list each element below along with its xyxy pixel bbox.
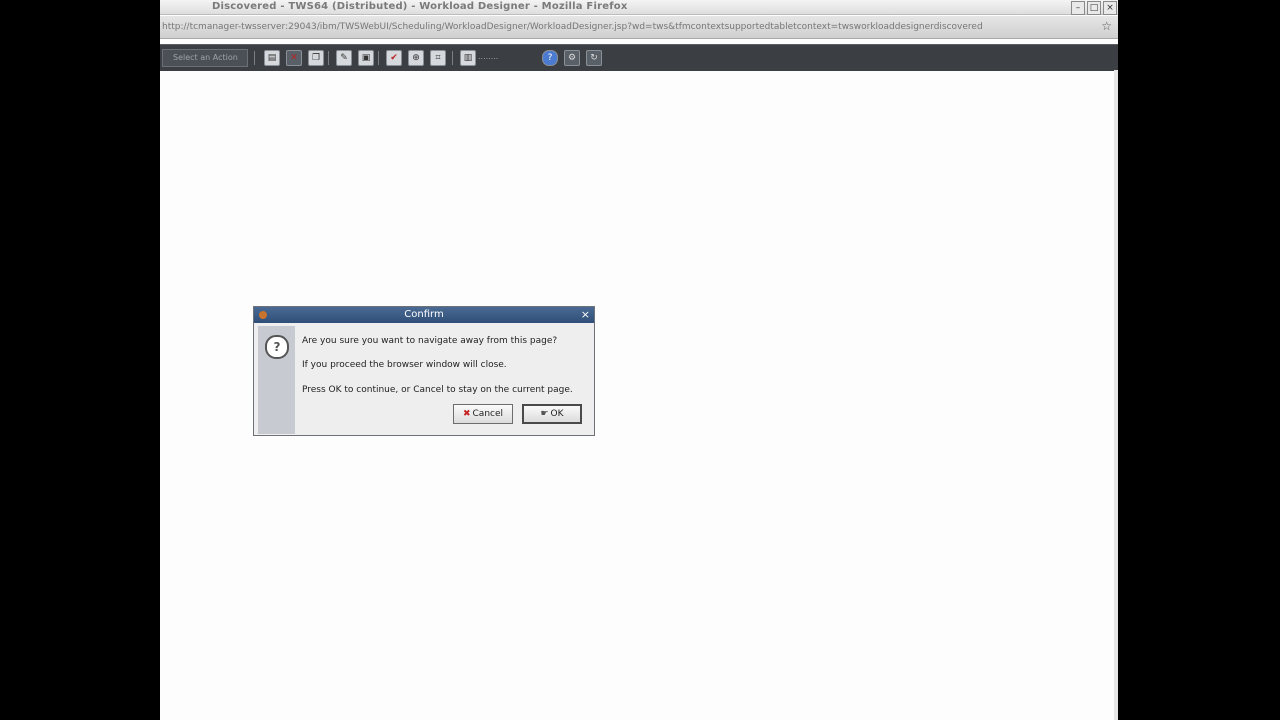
bookmark-star-icon[interactable]: ☆ bbox=[1101, 19, 1112, 33]
toolbar-separator bbox=[254, 51, 255, 65]
dialog-titlebar[interactable]: Confirm × bbox=[254, 307, 594, 323]
dialog-message-line-3: Press OK to continue, or Cancel to stay … bbox=[302, 385, 573, 395]
toolbar-separator bbox=[378, 51, 379, 65]
window-controls: – □ × bbox=[1070, 0, 1118, 15]
maximize-icon[interactable]: □ bbox=[1087, 1, 1101, 15]
properties-icon[interactable]: ▣ bbox=[358, 50, 374, 66]
page-right-edge bbox=[1114, 70, 1118, 720]
save-icon[interactable]: ▤ bbox=[264, 50, 280, 66]
ok-button-label: OK bbox=[550, 409, 564, 419]
edit-icon[interactable]: ✎ bbox=[336, 50, 352, 66]
dialog-message-line-2: If you proceed the browser window will c… bbox=[302, 360, 507, 370]
ok-button[interactable]: ☛ OK bbox=[522, 404, 582, 424]
cancel-button-label: Cancel bbox=[472, 409, 504, 419]
question-icon: ? bbox=[265, 335, 289, 359]
window-titlebar[interactable]: Discovered - TWS64 (Distributed) - Workl… bbox=[160, 0, 1118, 15]
cancel-button[interactable]: ✖ Cancel bbox=[453, 404, 513, 424]
toolbar-separator bbox=[452, 51, 453, 65]
workload-designer-toolbar: Select an Action ▤ ✕ ❐ ✎ ▣ ✔ ⊕ ⌗ ▥ .....… bbox=[160, 44, 1118, 71]
address-bar[interactable]: http://tcmanager-twsserver:29043/ibm/TWS… bbox=[160, 16, 1118, 39]
unlock-icon[interactable]: ✔ bbox=[386, 50, 402, 66]
refresh-icon[interactable]: ↻ bbox=[586, 50, 602, 66]
window-title: Discovered - TWS64 (Distributed) - Workl… bbox=[212, 1, 628, 12]
graph-icon[interactable]: ⌗ bbox=[430, 50, 446, 66]
toolbar-separator bbox=[328, 51, 329, 65]
dialog-close-icon[interactable]: × bbox=[581, 307, 590, 323]
minimize-icon[interactable]: – bbox=[1071, 1, 1085, 15]
action-select[interactable]: Select an Action bbox=[162, 49, 248, 67]
help-icon[interactable]: ? bbox=[542, 50, 558, 66]
view-icon[interactable]: ▥ bbox=[460, 50, 476, 66]
toolbar-text[interactable]: ........ bbox=[478, 50, 498, 64]
copy-icon[interactable]: ❐ bbox=[308, 50, 324, 66]
url-text[interactable]: http://tcmanager-twsserver:29043/ibm/TWS… bbox=[162, 20, 1098, 34]
delete-icon[interactable]: ✕ bbox=[286, 50, 302, 66]
dialog-title: Confirm bbox=[404, 309, 444, 320]
dialog-message-line-1: Are you sure you want to navigate away f… bbox=[302, 336, 558, 346]
ok-hand-icon: ☛ bbox=[540, 409, 549, 419]
confirm-dialog: Confirm × ? Are you sure you want to nav… bbox=[253, 306, 595, 436]
add-dependency-icon[interactable]: ⊕ bbox=[408, 50, 424, 66]
cancel-icon: ✖ bbox=[462, 409, 471, 419]
close-icon[interactable]: × bbox=[1103, 1, 1117, 15]
settings-icon[interactable]: ⚙ bbox=[564, 50, 580, 66]
